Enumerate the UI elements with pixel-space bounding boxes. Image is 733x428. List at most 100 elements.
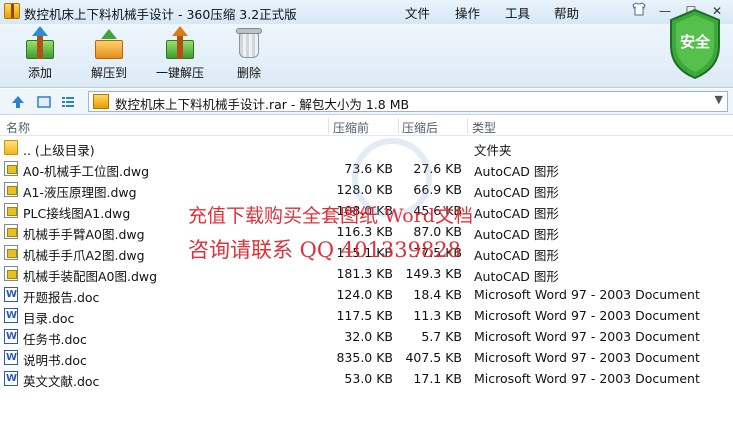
file-size: 53.0 KB: [344, 371, 393, 386]
file-name: 机械手装配图A0图.dwg: [23, 269, 158, 284]
window-title: 数控机床上下料机械手设计 - 360压缩 3.2正式版: [24, 7, 297, 22]
shirt-icon[interactable]: [629, 2, 649, 20]
file-size: 32.0 KB: [344, 329, 393, 344]
rar-file-icon: [93, 94, 109, 109]
table-row[interactable]: 机械手手爪A2图.dwg 115.1 KB 77.5 KB AutoCAD 图形: [0, 242, 733, 263]
dwg-file-icon: [4, 203, 18, 218]
file-size: 128.0 KB: [336, 182, 393, 197]
file-name: 开题报告.doc: [23, 290, 100, 305]
file-compressed-size: 5.7 KB: [421, 329, 462, 344]
column-compressed[interactable]: 压缩后: [402, 119, 438, 136]
file-name: 机械手手臂A0图.dwg: [23, 227, 145, 242]
table-row[interactable]: 说明书.doc 835.0 KB 407.5 KB Microsoft Word…: [0, 347, 733, 368]
file-compressed-size: 149.3 KB: [405, 266, 462, 281]
file-type: AutoCAD 图形: [474, 164, 559, 179]
parent-directory-row[interactable]: .. (上级目录) 文件夹: [0, 137, 733, 158]
table-row[interactable]: 机械手装配图A0图.dwg 181.3 KB 149.3 KB AutoCAD …: [0, 263, 733, 284]
archive-app-icon: [4, 3, 20, 19]
column-name[interactable]: 名称: [6, 119, 30, 136]
file-compressed-size: 66.9 KB: [413, 182, 462, 197]
column-size[interactable]: 压缩前: [333, 119, 369, 136]
view-thumbnail-icon[interactable]: [36, 94, 52, 110]
table-row[interactable]: A1-液压原理图.dwg 128.0 KB 66.9 KB AutoCAD 图形: [0, 179, 733, 200]
file-compressed-size: 11.3 KB: [413, 308, 462, 323]
one-click-extract-icon: [164, 26, 196, 60]
file-type: AutoCAD 图形: [474, 206, 559, 221]
menu-help[interactable]: 帮助: [554, 3, 579, 22]
file-size: 73.6 KB: [344, 161, 393, 176]
add-archive-icon: [24, 26, 56, 60]
add-button[interactable]: 添加: [20, 26, 60, 86]
chevron-down-icon[interactable]: ▼: [715, 93, 723, 106]
extract-to-icon: [93, 28, 125, 60]
column-type[interactable]: 类型: [472, 119, 496, 136]
file-compressed-size: 18.4 KB: [413, 287, 462, 302]
table-row[interactable]: 开题报告.doc 124.0 KB 18.4 KB Microsoft Word…: [0, 284, 733, 305]
file-type: 文件夹: [474, 143, 512, 158]
dwg-file-icon: [4, 245, 18, 260]
table-row[interactable]: 机械手手臂A0图.dwg 116.3 KB 87.0 KB AutoCAD 图形: [0, 221, 733, 242]
menu-operate[interactable]: 操作: [455, 3, 480, 22]
menu-file[interactable]: 文件: [405, 3, 430, 22]
table-row[interactable]: 目录.doc 117.5 KB 11.3 KB Microsoft Word 9…: [0, 305, 733, 326]
file-type: AutoCAD 图形: [474, 185, 559, 200]
file-type: AutoCAD 图形: [474, 248, 559, 263]
file-size: 115.1 KB: [336, 245, 393, 260]
file-compressed-size: 17.1 KB: [413, 371, 462, 386]
one-click-extract-button[interactable]: 一键解压: [154, 26, 206, 86]
word-document-icon: [4, 329, 18, 344]
file-name: 目录.doc: [23, 311, 75, 326]
dwg-file-icon: [4, 161, 18, 176]
table-row[interactable]: 英文文献.doc 53.0 KB 17.1 KB Microsoft Word …: [0, 368, 733, 389]
file-size: 181.3 KB: [336, 266, 393, 281]
table-row[interactable]: PLC接线图A1.dwg 108.0 KB 45.6 KB AutoCAD 图形: [0, 200, 733, 221]
file-name: PLC接线图A1.dwg: [23, 206, 131, 221]
word-document-icon: [4, 350, 18, 365]
title-bar: 数控机床上下料机械手设计 - 360压缩 3.2正式版 文件 操作 工具 帮助 …: [0, 0, 733, 24]
file-type: Microsoft Word 97 - 2003 Document: [474, 350, 700, 365]
file-name: .. (上级目录): [23, 143, 95, 158]
file-name: 说明书.doc: [23, 353, 87, 368]
table-row[interactable]: A0-机械手工位图.dwg 73.6 KB 27.6 KB AutoCAD 图形: [0, 158, 733, 179]
word-document-icon: [4, 371, 18, 386]
file-name: A1-液压原理图.dwg: [23, 185, 137, 200]
file-type: AutoCAD 图形: [474, 269, 559, 284]
file-type: AutoCAD 图形: [474, 227, 559, 242]
file-name: 任务书.doc: [23, 332, 87, 347]
file-type: Microsoft Word 97 - 2003 Document: [474, 287, 700, 302]
address-bar[interactable]: 数控机床上下料机械手设计.rar - 解包大小为 1.8 MB ▼: [88, 91, 728, 112]
dwg-file-icon: [4, 266, 18, 281]
file-type: Microsoft Word 97 - 2003 Document: [474, 308, 700, 323]
dwg-file-icon: [4, 182, 18, 197]
view-list-icon[interactable]: [60, 94, 76, 110]
file-compressed-size: 27.6 KB: [413, 161, 462, 176]
menu-tools[interactable]: 工具: [505, 3, 530, 22]
word-document-icon: [4, 287, 18, 302]
file-compressed-size: 45.6 KB: [413, 203, 462, 218]
file-list-header: 名称 压缩前 压缩后 类型: [0, 116, 733, 136]
word-document-icon: [4, 308, 18, 323]
file-type: Microsoft Word 97 - 2003 Document: [474, 329, 700, 344]
navigation-bar: 数控机床上下料机械手设计.rar - 解包大小为 1.8 MB ▼: [0, 89, 733, 115]
file-compressed-size: 407.5 KB: [405, 350, 462, 365]
security-shield-badge[interactable]: 安全: [667, 6, 723, 82]
file-name: 机械手手爪A2图.dwg: [23, 248, 145, 263]
folder-icon: [4, 140, 18, 155]
file-size: 835.0 KB: [336, 350, 393, 365]
up-arrow-icon[interactable]: [10, 94, 26, 110]
file-size: 124.0 KB: [336, 287, 393, 302]
dwg-file-icon: [4, 224, 18, 239]
file-type: Microsoft Word 97 - 2003 Document: [474, 371, 700, 386]
file-size: 117.5 KB: [336, 308, 393, 323]
file-size: 108.0 KB: [336, 203, 393, 218]
address-text: 数控机床上下料机械手设计.rar - 解包大小为 1.8 MB: [115, 97, 410, 112]
file-size: 116.3 KB: [336, 224, 393, 239]
table-row[interactable]: 任务书.doc 32.0 KB 5.7 KB Microsoft Word 97…: [0, 326, 733, 347]
extract-to-button[interactable]: 解压到: [88, 28, 130, 86]
file-compressed-size: 87.0 KB: [413, 224, 462, 239]
file-name: 英文文献.doc: [23, 374, 100, 389]
file-compressed-size: 77.5 KB: [413, 245, 462, 260]
file-name: A0-机械手工位图.dwg: [23, 164, 150, 179]
toolbar: 添加 解压到 一键解压 删除: [0, 24, 733, 88]
delete-button[interactable]: 删除: [232, 28, 266, 86]
